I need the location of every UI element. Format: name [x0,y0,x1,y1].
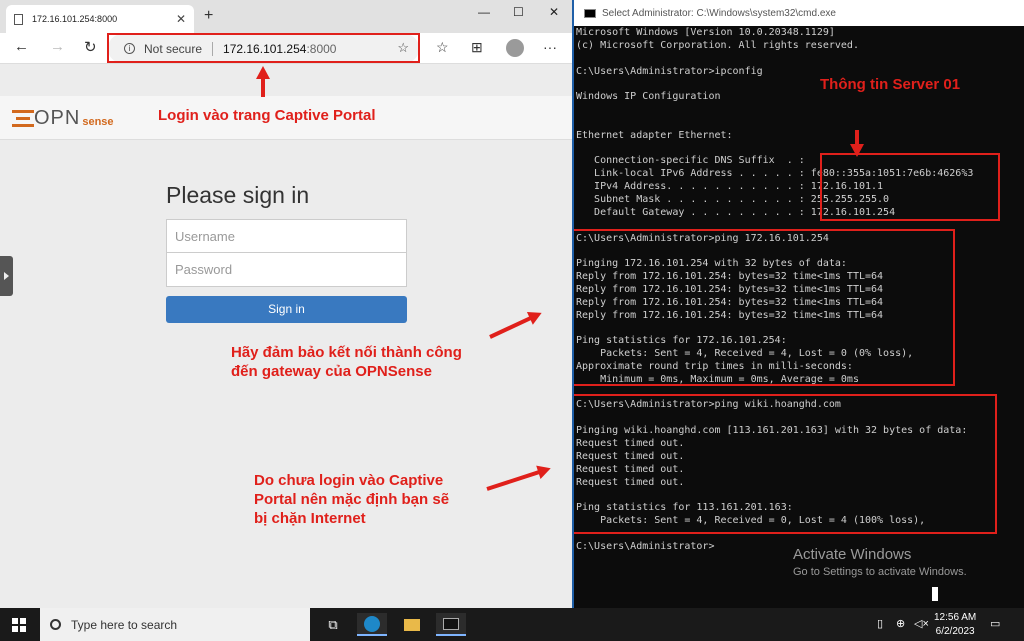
close-window-icon[interactable]: ✕ [549,5,559,19]
terminal-line: Microsoft Windows [Version 10.0.20348.11… [576,27,835,38]
password-input[interactable]: Password [166,253,407,287]
new-tab-icon[interactable]: + [204,7,213,25]
signin-button[interactable]: Sign in [166,296,407,323]
side-panel-handle[interactable] [0,256,13,296]
collections-icon[interactable]: ⊞ [471,39,483,56]
cmd-title: Select Administrator: C:\Windows\system3… [602,7,836,19]
captive-portal-page: OPN sense Login vào trang Captive Portal… [0,64,572,608]
address-highlight-box [107,33,420,63]
cmd-titlebar: Select Administrator: C:\Windows\system3… [574,0,1024,26]
terminal-line: Ethernet adapter Ethernet: [576,129,733,141]
tab-strip: 172.16.101.254:8000 ✕ + — ☐ ✕ [0,0,572,33]
tab-title: 172.16.101.254:8000 [32,14,118,24]
clock[interactable]: 12:56 AM 6/2/2023 [934,611,976,639]
opnsense-logo-mark [12,108,34,130]
cmd-window: Select Administrator: C:\Windows\system3… [574,0,1024,608]
blocked-annotation-line3: bị chặn Internet [254,510,366,527]
taskbar: Type here to search ⧉ ▯ ⊕ ◁× 12:56 AM 6/… [0,608,1024,641]
favorites-icon[interactable]: ☆ [436,39,449,56]
logo-text-sense: sense [82,115,114,128]
forward-icon[interactable]: → [50,38,65,55]
browser-tab[interactable]: 172.16.101.254:8000 ✕ [6,5,194,33]
internet-ping-highlight-box [574,394,997,534]
server-annotation: Thông tin Server 01 [820,76,961,93]
gateway-ping-highlight-box [574,229,955,386]
blocked-annotation-line2: Portal nên mặc định bạn sẽ [254,491,450,508]
opnsense-logo: OPN sense [12,107,114,130]
activate-windows-subtitle: Go to Settings to activate Windows. [793,566,967,578]
screen: 172.16.101.254:8000 ✕ + — ☐ ✕ ← → ↻ i No… [0,0,1024,641]
login-arrow [261,77,265,97]
cmd-taskbar-icon[interactable] [436,613,466,636]
username-input[interactable]: Username [166,219,407,253]
signin-heading: Please sign in [166,182,310,208]
signin-form: Please sign in Username Password Sign in [166,182,407,323]
clock-date: 6/2/2023 [935,626,975,637]
search-icon [50,619,61,630]
taskbar-search[interactable]: Type here to search [40,608,310,641]
logo-text-opn: OPN [34,107,81,129]
text-cursor [932,587,938,601]
page-icon [14,13,23,25]
terminal-line: (c) Microsoft Corporation. All rights re… [576,39,859,51]
blocked-annotation: Do chưa login vào Captive Portal nên mặc… [254,471,449,528]
search-placeholder: Type here to search [71,617,178,632]
gateway-annotation-line1: Hãy đảm bảo kết nối thành công [231,344,462,361]
start-windows-icon[interactable] [12,618,26,632]
tray-device-icon[interactable]: ▯ [877,617,883,630]
edge-icon[interactable] [357,613,387,636]
server-arrow [855,130,859,146]
clock-time: 12:56 AM [934,612,977,623]
close-tab-icon[interactable]: ✕ [176,12,186,26]
file-explorer-icon[interactable] [397,613,427,636]
terminal-line: C:\Users\Administrator> [576,540,715,552]
refresh-icon[interactable]: ↻ [84,38,97,56]
volume-muted-icon[interactable]: ◁× [914,617,929,630]
login-annotation: Login vào trang Captive Portal [158,107,376,124]
back-icon[interactable]: ← [14,38,29,55]
network-icon[interactable]: ⊕ [896,617,905,630]
notifications-icon[interactable]: ▭ [990,617,1000,630]
maximize-icon[interactable]: ☐ [513,5,524,19]
gateway-annotation-line2: đến gateway của OPNSense [231,363,432,380]
activate-windows-title: Activate Windows [793,546,912,563]
minimize-icon[interactable]: — [478,5,490,19]
cmd-icon [584,8,596,18]
gateway-annotation: Hãy đảm bảo kết nối thành công đến gatew… [231,343,462,381]
task-view-icon[interactable]: ⧉ [318,613,348,636]
profile-avatar[interactable] [506,39,524,57]
blocked-annotation-line1: Do chưa login vào Captive [254,472,444,489]
browser-window: 172.16.101.254:8000 ✕ + — ☐ ✕ ← → ↻ i No… [0,0,572,608]
ipconfig-highlight-box [820,153,1000,221]
more-menu-icon[interactable]: ··· [543,39,557,55]
